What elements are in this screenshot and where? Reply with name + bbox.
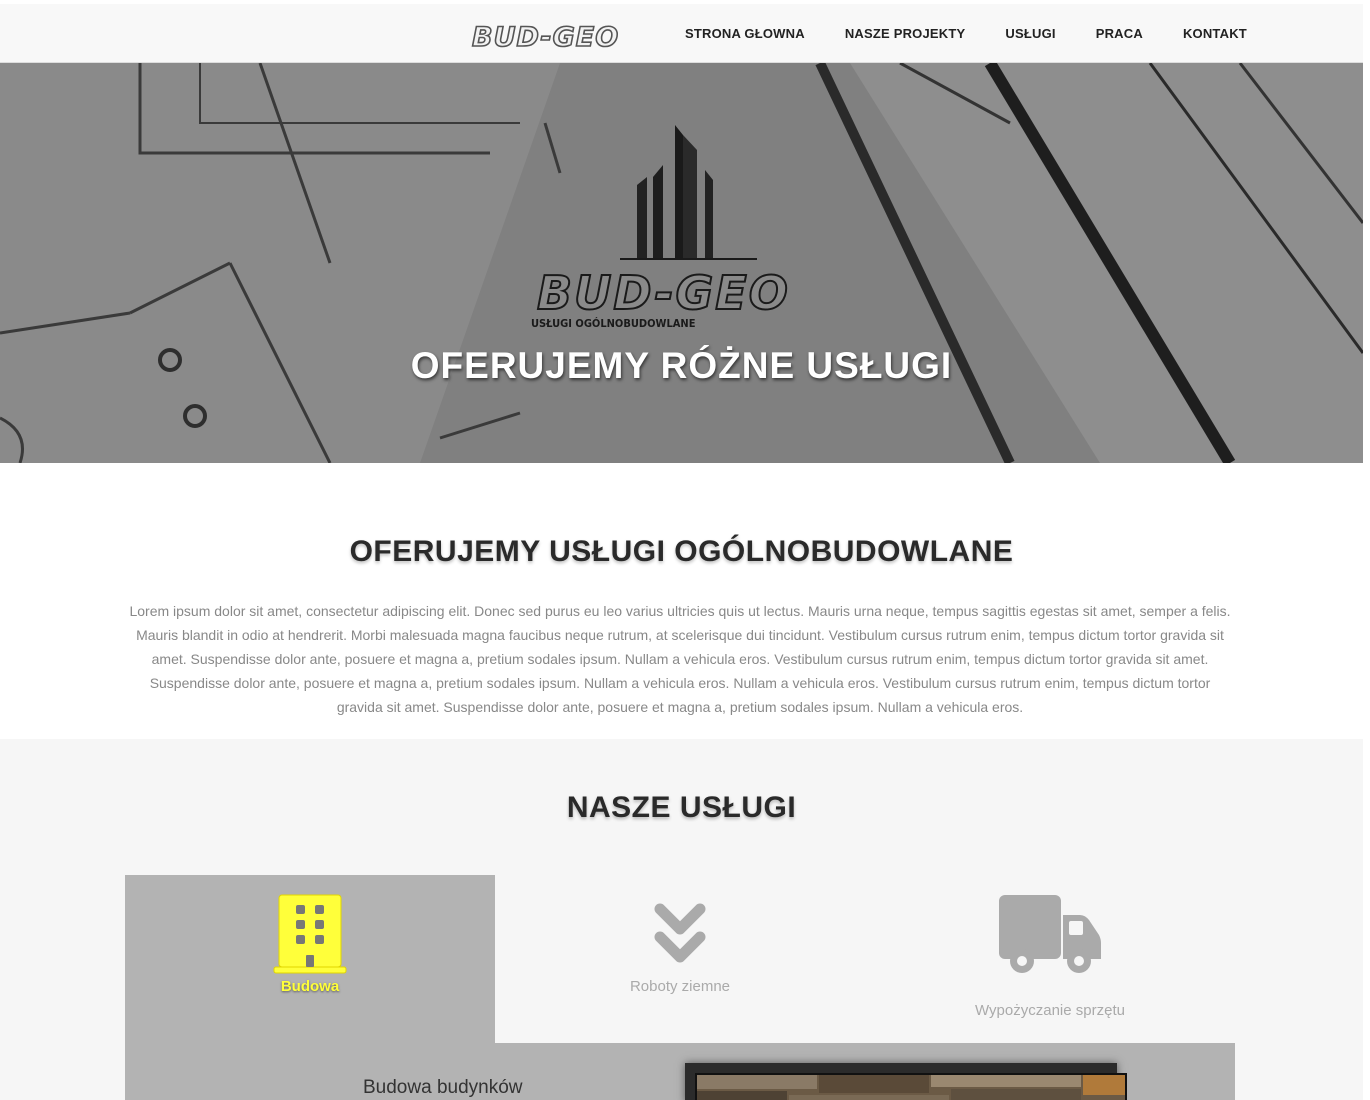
hero-company-logo: BUD-GEO USŁUGI OGÓLNOBUDOWLANE xyxy=(531,125,790,330)
service-detail-image xyxy=(685,1063,1127,1100)
about-text: Lorem ipsum dolor sit amet, consectetur … xyxy=(129,603,1231,715)
brand-logo[interactable]: BUD-GEO xyxy=(470,20,646,54)
building-icon xyxy=(273,894,347,974)
brand-logo-image: BUD-GEO xyxy=(471,21,619,54)
tab-label-roboty-ziemne: Roboty ziemne xyxy=(629,978,731,995)
services-section: NASZE USŁUGI Budowa Roboty ziemne Wypoży… xyxy=(0,739,1363,1100)
service-detail-panel: Budowa budynków xyxy=(125,1043,1235,1100)
nav-item-projects[interactable]: NASZE PROJEKTY xyxy=(825,26,986,41)
nav-item-jobs[interactable]: PRACA xyxy=(1076,26,1163,41)
hero-logo-text: BUD-GEO xyxy=(537,266,790,320)
tab-label-wypozyczanie-sprzetu: Wypożyczanie sprzętu xyxy=(975,1002,1125,1019)
stone-wall-photo xyxy=(695,1073,1127,1100)
about-title: OFERUJEMY USŁUGI OGÓLNOBUDOWLANE xyxy=(349,535,1014,568)
service-detail-title: Budowa budynków xyxy=(363,1077,523,1098)
tab-wypozyczanie-sprzetu[interactable]: Wypożyczanie sprzętu xyxy=(865,875,1235,1043)
services-title: NASZE USŁUGI xyxy=(566,791,797,824)
tab-label-budowa: Budowa xyxy=(280,978,340,995)
brand-logo-text: BUD-GEO xyxy=(472,22,619,50)
chevrons-down-icon xyxy=(654,903,706,963)
hero-title: OFERUJEMY RÓŻNE USŁUGI xyxy=(410,345,953,386)
nav-item-services[interactable]: USŁUGI xyxy=(985,26,1075,41)
nav-item-home[interactable]: STRONA GŁOWNA xyxy=(665,26,825,41)
tab-roboty-ziemne[interactable]: Roboty ziemne xyxy=(495,875,865,1043)
hero-logo-tagline: USŁUGI OGÓLNOBUDOWLANE xyxy=(531,317,696,330)
tab-budowa[interactable]: Budowa xyxy=(125,875,495,1043)
main-nav: STRONA GŁOWNA NASZE PROJEKTY USŁUGI PRAC… xyxy=(665,4,1267,63)
truck-icon xyxy=(999,895,1101,973)
site-header: BUD-GEO STRONA GŁOWNA NASZE PROJEKTY USŁ… xyxy=(0,4,1363,63)
about-section: OFERUJEMY USŁUGI OGÓLNOBUDOWLANE Lorem i… xyxy=(0,463,1363,739)
hero-banner: BUD-GEO USŁUGI OGÓLNOBUDOWLANE OFERUJEMY… xyxy=(0,63,1363,463)
nav-item-contact[interactable]: KONTAKT xyxy=(1163,26,1267,41)
